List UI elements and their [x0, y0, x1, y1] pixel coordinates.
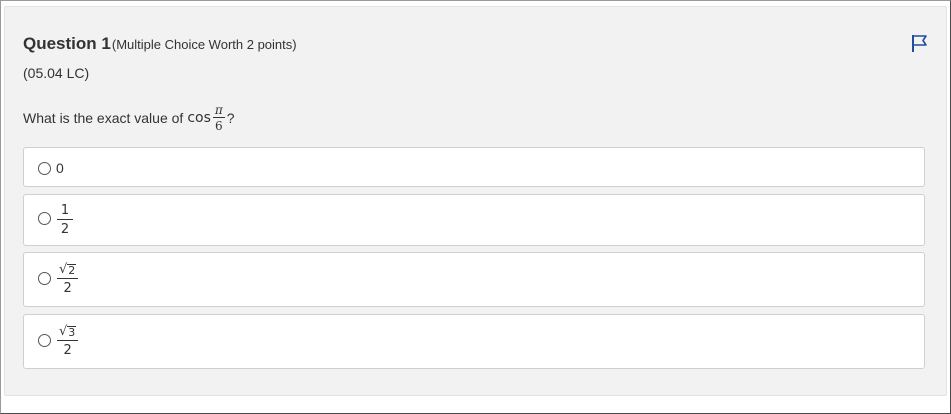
question-header: Question 1 (Multiple Choice Worth 2 poin…	[23, 34, 297, 54]
prompt-fraction: π 6	[212, 103, 225, 133]
option-d-fraction: √ 3 2	[57, 324, 79, 358]
prompt-end: ?	[226, 110, 235, 126]
prompt-numerator: π	[212, 103, 225, 118]
option-d-sqrt: √ 3	[59, 324, 77, 339]
radio-button-a[interactable]	[38, 162, 51, 175]
flag-icon[interactable]	[910, 33, 930, 53]
prompt-math: cos π 6	[187, 103, 225, 133]
option-c-numerator: √ 2	[57, 262, 79, 279]
radio-button-d[interactable]	[38, 334, 51, 347]
option-d-numerator: √ 3	[57, 324, 79, 341]
answer-option-b[interactable]: 1 2	[23, 194, 925, 246]
radio-button-c[interactable]	[38, 272, 51, 285]
prompt-function: cos	[187, 110, 211, 126]
prompt-denominator: 6	[215, 119, 223, 133]
option-b-fraction: 1 2	[57, 204, 73, 236]
answer-option-a[interactable]: 0	[23, 147, 925, 187]
radio-button-b[interactable]	[38, 212, 51, 225]
option-c-sqrt: √ 2	[59, 262, 77, 277]
prompt-text: What is the exact value of	[23, 110, 184, 126]
option-a-label: 0	[56, 160, 64, 176]
option-d-denominator: 2	[63, 343, 72, 358]
option-c-denominator: 2	[63, 281, 72, 296]
answer-option-d[interactable]: √ 3 2	[23, 314, 925, 369]
question-meta: (Multiple Choice Worth 2 points)	[111, 37, 297, 52]
option-c-fraction: √ 2 2	[57, 262, 79, 296]
option-b-numerator: 1	[57, 204, 73, 220]
flag-icon-svg	[912, 35, 927, 52]
question-prompt: What is the exact value of cos π 6 ?	[23, 104, 235, 132]
question-code: (05.04 LC)	[23, 65, 90, 81]
question-title: Question 1	[23, 34, 111, 53]
option-b-denominator: 2	[60, 222, 70, 237]
answer-option-c[interactable]: √ 2 2	[23, 252, 925, 307]
